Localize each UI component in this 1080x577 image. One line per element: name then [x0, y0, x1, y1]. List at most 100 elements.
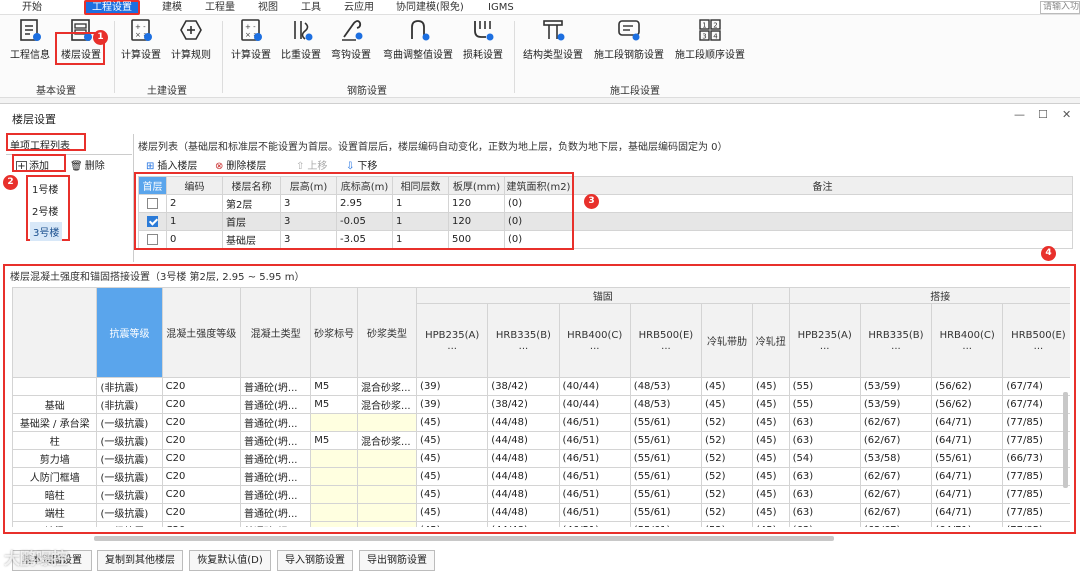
minimize-button[interactable]: — — [1014, 108, 1025, 121]
cell[interactable] — [357, 467, 418, 486]
building-item-selected[interactable]: 3号楼 — [30, 222, 63, 241]
vertical-scrollbar[interactable] — [1063, 392, 1068, 488]
table-row[interactable]: 柱 (一级抗震) C20 普通砼(坍... M5 混合砂浆... (45) (44/48) (4… — [12, 431, 1070, 450]
cell[interactable]: (64/71) — [931, 503, 1004, 522]
cell[interactable]: 普通砼(坍... — [239, 503, 312, 522]
cell[interactable]: (44/48) — [487, 467, 560, 486]
restore-default-button[interactable]: 恢复默认值(D) — [189, 550, 271, 571]
cell[interactable] — [357, 485, 418, 504]
cell[interactable]: (56/62) — [931, 395, 1004, 414]
cell[interactable]: (46/51) — [558, 485, 631, 504]
cell[interactable]: (48/53) — [629, 377, 703, 396]
move-up-button[interactable]: ⇧ 上移 — [296, 157, 327, 172]
cell[interactable]: (38/42) — [487, 377, 560, 396]
cell[interactable]: (44/48) — [487, 503, 560, 522]
cell[interactable]: (54) — [788, 449, 861, 468]
hook-setting-button[interactable]: 弯钩设置 — [328, 17, 374, 61]
cell[interactable] — [357, 413, 418, 432]
cell[interactable]: (62/67) — [859, 431, 933, 450]
cell[interactable]: (77/85) — [1002, 503, 1070, 522]
cell[interactable]: (52) — [701, 485, 753, 504]
cell[interactable]: (55) — [788, 395, 861, 414]
cell[interactable]: (62/67) — [859, 485, 933, 504]
table-row[interactable]: 基础梁 / 承台梁 (一级抗震) C20 普通砼(坍... (45) (44/48) (46… — [12, 413, 1070, 432]
bend-adjust-button[interactable]: 弯曲调整值设置 — [378, 17, 458, 61]
cell[interactable]: (45) — [751, 467, 790, 486]
cell[interactable]: 普通砼(坍... — [239, 467, 312, 486]
cell[interactable]: (52) — [701, 521, 753, 527]
segment-rebar-button[interactable]: 施工段钢筋设置 — [590, 17, 668, 61]
cell[interactable]: (46/51) — [558, 449, 631, 468]
cell[interactable]: C20 — [161, 503, 241, 522]
cell[interactable]: (55/61) — [629, 467, 703, 486]
cell[interactable]: (62/67) — [859, 413, 933, 432]
cell[interactable]: (77/85) — [1002, 485, 1070, 504]
cell[interactable]: C20 — [161, 449, 241, 468]
cell[interactable]: C20 — [161, 485, 241, 504]
cell[interactable]: M5 — [310, 395, 359, 414]
cell[interactable]: (77/85) — [1002, 413, 1070, 432]
move-down-button[interactable]: ⇩ 下移 — [346, 157, 377, 172]
cell[interactable]: 普通砼(坍... — [239, 485, 312, 504]
cell[interactable]: C20 — [161, 431, 241, 450]
cell[interactable]: (55/61) — [629, 521, 703, 527]
cell[interactable]: (45) — [751, 377, 790, 396]
weight-setting-button[interactable]: 比重设置 — [278, 17, 324, 61]
cell[interactable]: (39) — [416, 395, 489, 414]
cell[interactable]: (45) — [416, 413, 489, 432]
cell[interactable]: (55/61) — [629, 503, 703, 522]
cell[interactable]: (62/67) — [859, 467, 933, 486]
cell[interactable]: (44/48) — [487, 413, 560, 432]
cell[interactable]: (52) — [701, 431, 753, 450]
cell[interactable] — [572, 194, 1073, 213]
cell[interactable]: (46/51) — [558, 503, 631, 522]
menu-start[interactable]: 开始 — [22, 1, 42, 14]
cell[interactable]: (44/48) — [487, 449, 560, 468]
cell[interactable] — [310, 413, 359, 432]
cell[interactable] — [572, 230, 1073, 249]
table-row[interactable]: 基础 (非抗震) C20 普通砼(坍... M5 混合砂浆... (39) (38/42) (4… — [12, 395, 1070, 414]
cell[interactable] — [572, 212, 1073, 231]
cell[interactable]: (52) — [701, 449, 753, 468]
menu-quantity[interactable]: 工程量 — [205, 1, 235, 14]
cell[interactable]: (非抗震) — [96, 395, 163, 414]
cell[interactable]: (45) — [751, 395, 790, 414]
cell[interactable]: (56/62) — [931, 377, 1004, 396]
cell[interactable] — [357, 521, 418, 527]
cell[interactable]: (46/51) — [558, 413, 631, 432]
cell[interactable]: C20 — [161, 395, 241, 414]
loss-setting-button[interactable]: 损耗设置 — [460, 17, 506, 61]
insert-floor-button[interactable]: ⊞ 插入楼层 — [146, 157, 197, 172]
structure-type-button[interactable]: 结构类型设置 — [520, 17, 586, 61]
cell[interactable]: (一级抗震) — [96, 485, 163, 504]
horizontal-scrollbar[interactable] — [94, 536, 834, 541]
menu-modeling[interactable]: 建模 — [162, 1, 182, 14]
cell[interactable] — [310, 467, 359, 486]
cell[interactable]: (40/44) — [558, 377, 631, 396]
cell[interactable]: (55/61) — [931, 449, 1004, 468]
cell[interactable]: (44/48) — [487, 431, 560, 450]
cell[interactable]: (45) — [751, 449, 790, 468]
cell[interactable]: (55/61) — [629, 413, 703, 432]
rebar-calc-setting-button[interactable]: + - × = 计算设置 — [228, 17, 274, 61]
cell[interactable]: (77/85) — [1002, 521, 1070, 527]
cell[interactable]: (64/71) — [931, 431, 1004, 450]
cell[interactable]: (一级抗震) — [96, 449, 163, 468]
cell[interactable] — [310, 485, 359, 504]
cell[interactable]: (63) — [788, 467, 861, 486]
building-item[interactable]: 2号楼 — [32, 203, 58, 218]
cell[interactable] — [310, 449, 359, 468]
cell[interactable]: (64/71) — [931, 521, 1004, 527]
cell[interactable]: 普通砼(坍... — [239, 521, 312, 527]
cell[interactable]: (39) — [416, 377, 489, 396]
cell[interactable]: (63) — [788, 431, 861, 450]
menu-tools[interactable]: 工具 — [301, 1, 321, 14]
search-input[interactable]: 请输入功 — [1040, 1, 1080, 14]
cell[interactable]: (45) — [416, 485, 489, 504]
cell[interactable]: (63) — [788, 521, 861, 527]
cell[interactable]: (77/85) — [1002, 467, 1070, 486]
cell[interactable]: (77/85) — [1002, 431, 1070, 450]
cell[interactable]: (67/74) — [1002, 377, 1070, 396]
cell[interactable]: (45) — [751, 431, 790, 450]
cell[interactable]: (53/59) — [859, 377, 933, 396]
